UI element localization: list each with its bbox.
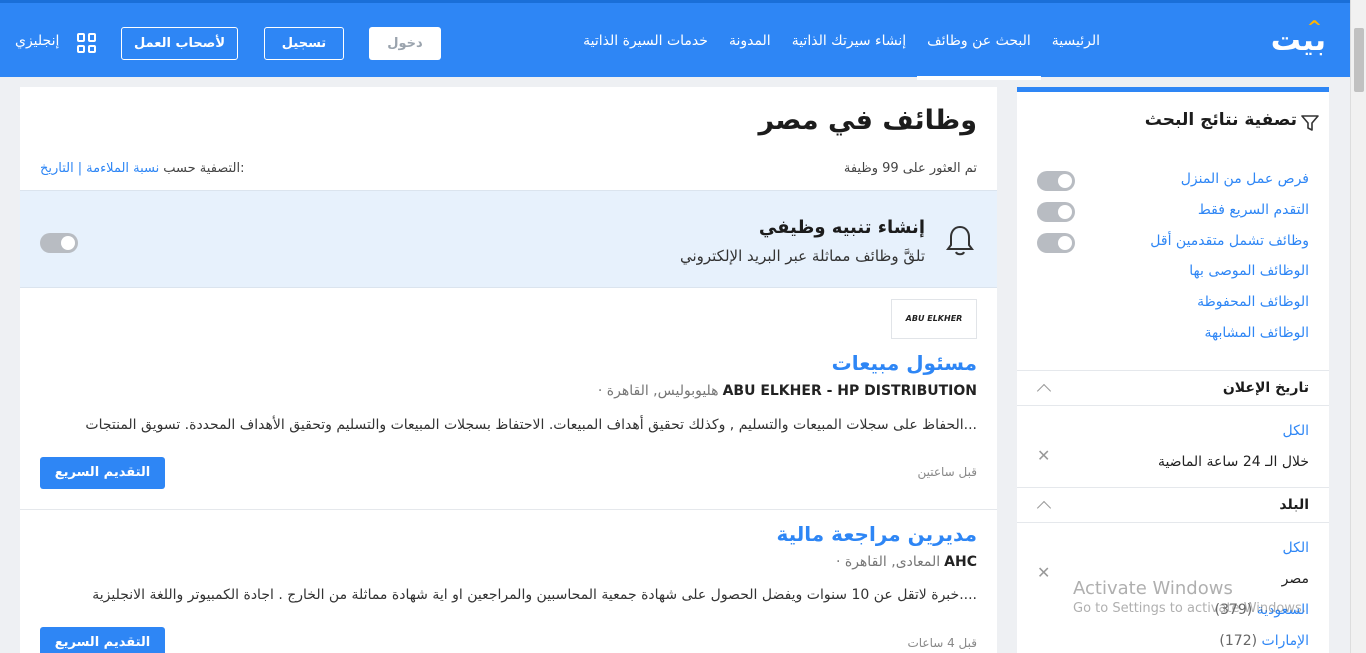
job-description: الحفاظ على سجلات المبيعات والتسليم , وكذ… [85, 417, 977, 433]
job-alert-title: إنشاء تنبيه وظيفي [758, 217, 925, 238]
country-option[interactable]: الإمارات (172) [1219, 633, 1309, 649]
page-scrollbar[interactable] [1350, 0, 1366, 653]
logo-accent-icon: ^ [1306, 17, 1322, 38]
quick-apply-toggle[interactable] [1037, 202, 1075, 222]
quick-apply-button[interactable]: التقديم السريع [40, 457, 165, 489]
watermark-subtitle: Go to Settings to activate Windows. [1073, 601, 1306, 616]
watermark-title: Activate Windows [1073, 578, 1233, 599]
job-location: · المعادى, القاهرة [835, 554, 941, 570]
saved-jobs-link[interactable]: الوظائف المحفوظة [1197, 294, 1309, 310]
nav-create-cv[interactable]: إنشاء سيرتك الذاتية [792, 3, 906, 80]
fewer-applicants-toggle[interactable] [1037, 233, 1075, 253]
option-count: (172) [1219, 633, 1258, 649]
windows-activation-watermark: Activate Windows Go to Settings to activ… [1073, 578, 1306, 616]
bell-icon [946, 225, 974, 256]
chevron-up-icon[interactable] [1036, 383, 1052, 399]
clear-country-filter-icon[interactable]: ✕ [1037, 563, 1050, 582]
filter-fewer-applicants[interactable]: وظائف تشمل متقدمين أقل [1150, 233, 1309, 249]
company-name: ABU ELKHER - HP DISTRIBUTION [722, 383, 977, 399]
date-posted-section-header[interactable]: تاريخ الإعلان [1017, 370, 1329, 406]
language-switch[interactable]: إنجليزي [15, 33, 59, 49]
nav-cv-services[interactable]: خدمات السيرة الذاتية [583, 3, 708, 80]
main-nav: الرئيسية البحث عن وظائف إنشاء سيرتك الذا… [562, 3, 1100, 80]
filter-icon [1301, 115, 1319, 131]
job-meta: ABU ELKHER - HP DISTRIBUTION · هليوبوليس… [598, 383, 977, 399]
sort-bar: التصفية حسب: نسبة الملاءمة | التاريخ [40, 161, 244, 176]
login-button[interactable]: دخول [369, 27, 441, 60]
recommended-jobs-link[interactable]: الوظائف الموصى بها [1189, 263, 1309, 279]
employers-button[interactable]: لأصحاب العمل [121, 27, 238, 60]
filter-title: تصفية نتائج البحث [1144, 110, 1297, 130]
company-name: AHC [944, 554, 977, 570]
results-panel: وظائف في مصر تم العثور على 99 وظيفة التص… [20, 87, 997, 653]
sort-date-link[interactable]: التاريخ [40, 161, 74, 176]
job-title[interactable]: مديرين مراجعة مالية [776, 522, 977, 546]
filter-quick-apply[interactable]: التقدم السريع فقط [1198, 202, 1309, 218]
job-alert-banner: إنشاء تنبيه وظيفي تلقَّ وظائف مماثلة عبر… [20, 190, 997, 288]
country-label: البلد [1279, 497, 1309, 513]
sort-separator: | [77, 161, 83, 176]
country-option-all[interactable]: الكل [1283, 540, 1310, 556]
job-posted-time: قبل ساعتين [917, 465, 977, 479]
date-posted-label: تاريخ الإعلان [1222, 380, 1309, 396]
similar-jobs-link[interactable]: الوظائف المشابهة [1205, 325, 1310, 341]
results-count: تم العثور على 99 وظيفة [843, 161, 977, 176]
country-section-header[interactable]: البلد [1017, 487, 1329, 523]
job-alert-subtitle: تلقَّ وظائف مماثلة عبر البريد الإلكتروني [679, 247, 925, 265]
job-description: خبرة لاتقل عن 10 سنوات ويفضل الحصول على … [92, 587, 977, 603]
date-option-selected: خلال الـ 24 ساعة الماضية [1157, 454, 1309, 470]
sort-label: التصفية حسب: [163, 161, 245, 176]
job-card[interactable]: ABU ELKHER مسئول مبيعات ABU ELKHER - HP … [20, 289, 997, 510]
top-navbar: بيت ^ الرئيسية البحث عن وظائف إنشاء سيرتك… [0, 0, 1350, 80]
bayt-logo[interactable]: بيت ^ [1271, 17, 1326, 58]
scrollbar-thumb[interactable] [1354, 28, 1364, 92]
job-card[interactable]: مديرين مراجعة مالية AHC · المعادى, القاه… [20, 510, 997, 653]
sort-relevance-link[interactable]: نسبة الملاءمة [86, 161, 159, 176]
job-posted-time: قبل 4 ساعات [907, 636, 977, 650]
clear-date-filter-icon[interactable]: ✕ [1037, 446, 1050, 465]
company-logo[interactable]: ABU ELKHER [891, 299, 977, 339]
nav-home[interactable]: الرئيسية [1052, 3, 1100, 80]
nav-job-search[interactable]: البحث عن وظائف [917, 3, 1041, 80]
nav-blog[interactable]: المدونة [729, 3, 771, 80]
job-alert-toggle[interactable] [40, 233, 78, 253]
date-option-all[interactable]: الكل [1283, 423, 1310, 439]
register-button[interactable]: تسجيل [264, 27, 344, 60]
job-meta: AHC · المعادى, القاهرة [836, 554, 977, 570]
job-title[interactable]: مسئول مبيعات [832, 351, 977, 375]
apps-grid-icon[interactable] [77, 33, 97, 53]
filter-sidebar: تصفية نتائج البحث فرص عمل من المنزل التق… [1017, 87, 1329, 653]
quick-apply-button[interactable]: التقديم السريع [40, 627, 165, 653]
chevron-up-icon[interactable] [1036, 500, 1052, 516]
job-location: · هليوبوليس, القاهرة [597, 383, 719, 399]
remote-jobs-toggle[interactable] [1037, 171, 1075, 191]
page-title: وظائف في مصر [758, 105, 977, 136]
filter-remote-jobs[interactable]: فرص عمل من المنزل [1181, 171, 1309, 187]
